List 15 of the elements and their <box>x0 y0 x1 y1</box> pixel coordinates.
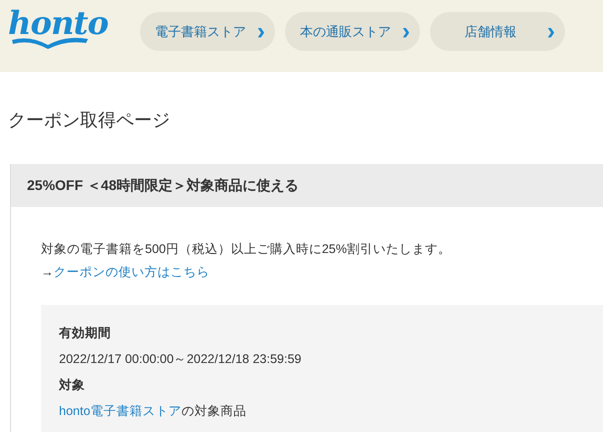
detail-value: honto電子書籍ストアの対象商品 <box>59 403 248 420</box>
store-link[interactable]: honto電子書籍ストア <box>59 404 182 418</box>
guide-line: →クーポンの使い方はこちら <box>41 264 210 281</box>
nav-button[interactable]: 電子書籍ストア › <box>140 12 275 51</box>
detail-value: 2022/12/17 00:00:00～2022/12/18 23:59:59 <box>59 351 302 368</box>
logo-swoosh-icon <box>10 36 90 50</box>
coupon-description: 対象の電子書籍を500円（税込）以上ご購入時に25%割引いたします。 <box>41 241 452 258</box>
page-title: クーポン取得ページ <box>7 109 171 132</box>
detail-label: 有効期間 <box>59 325 112 342</box>
nav-button[interactable]: 店舗情報 › <box>430 12 565 51</box>
detail-label: 対象 <box>59 377 86 394</box>
site-logo[interactable]: honto <box>8 6 140 40</box>
coupon-title: 25%OFF ＜48時間限定＞対象商品に使える <box>27 176 298 195</box>
guide-link[interactable]: クーポンの使い方はこちら <box>54 265 210 279</box>
nav-button[interactable]: 本の通販ストア › <box>285 12 420 51</box>
